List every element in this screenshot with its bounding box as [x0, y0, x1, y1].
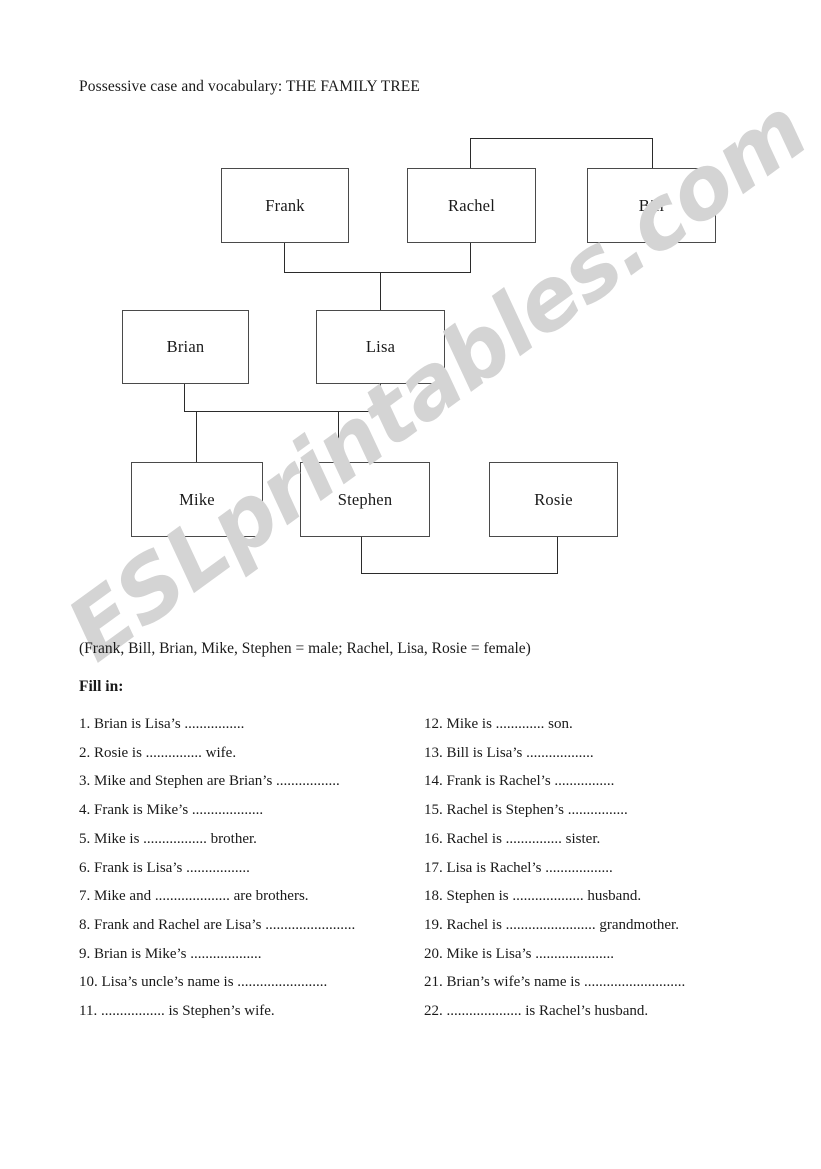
- question-item: 1. Brian is Lisa’s ................: [79, 716, 245, 732]
- person-name-label: Stephen: [337, 489, 393, 509]
- tree-connector: [361, 537, 362, 574]
- tree-connector: [284, 243, 285, 273]
- person-name-label: Rosie: [534, 489, 573, 509]
- question-item: 15. Rachel is Stephen’s ................: [424, 802, 628, 819]
- question-item: 3. Mike and Stephen are Brian’s ........…: [79, 773, 340, 790]
- tree-connector: [380, 384, 381, 412]
- question-item: 2. Rosie is ............... wife.: [79, 744, 237, 761]
- family-tree-diagram: Frank Rachel Bill Brian Lisa Mike Stephen Rosie: [0, 0, 821, 610]
- question-column-right: 12. Mike is ............. son. 13. Bill i…: [424, 710, 794, 1026]
- tree-connector: [338, 411, 339, 463]
- question-item: 17. Lisa is Rachel’s ..................: [424, 859, 613, 876]
- question-item: 8. Frank and Rachel are Lisa’s .........…: [79, 916, 356, 933]
- person-box-rosie: Rosie: [489, 462, 618, 537]
- question-item: 13. Bill is Lisa’s ..................: [424, 744, 594, 761]
- question-item: 5. Mike is ................. brother.: [79, 830, 257, 847]
- person-name-label: Brian: [166, 337, 205, 356]
- question-item: 12. Mike is ............. son.: [424, 716, 573, 732]
- tree-connector: [196, 411, 197, 463]
- person-name-label: Lisa: [365, 337, 396, 356]
- person-box-mike: Mike: [131, 462, 263, 537]
- person-box-frank: Frank: [221, 168, 349, 243]
- tree-connector: [470, 138, 471, 169]
- person-box-rachel: Rachel: [407, 168, 536, 243]
- question-item: 4. Frank is Mike’s ...................: [79, 802, 264, 819]
- tree-connector: [184, 411, 381, 412]
- question-item: 22. .................... is Rachel’s hus…: [424, 1003, 649, 1020]
- tree-connector: [361, 573, 558, 574]
- question-item: 20. Mike is Lisa’s .....................: [424, 945, 614, 962]
- question-item: 11. ................. is Stephen’s wife.: [79, 1003, 275, 1020]
- question-item: 19. Rachel is ........................ g…: [424, 916, 679, 933]
- fill-in-heading: Fill in:: [79, 678, 124, 695]
- person-name-label: Frank: [265, 195, 305, 215]
- tree-connector: [470, 243, 471, 273]
- question-item: 10. Lisa’s uncle’s name is .............…: [79, 974, 328, 991]
- question-item: 16. Rachel is ............... sister.: [424, 830, 601, 847]
- question-column-left: 1. Brian is Lisa’s ................ 2. Ro…: [79, 710, 419, 1026]
- person-box-bill: Bill: [587, 168, 716, 243]
- person-box-stephen: Stephen: [300, 462, 430, 537]
- tree-connector: [184, 384, 185, 412]
- question-item: 9. Brian is Mike’s ...................: [79, 945, 262, 962]
- question-item: 7. Mike and .................... are bro…: [79, 888, 309, 905]
- question-item: 6. Frank is Lisa’s .................: [79, 859, 250, 876]
- person-name-label: Bill: [638, 195, 665, 215]
- worksheet-page: ESLprintables.com Possessive case and vo…: [0, 0, 821, 1169]
- person-name-label: Mike: [179, 489, 215, 509]
- tree-connector: [557, 537, 558, 574]
- question-item: 18. Stephen is ................... husba…: [424, 888, 642, 905]
- tree-connector: [380, 272, 381, 311]
- tree-connector: [470, 138, 653, 139]
- gender-legend: (Frank, Bill, Brian, Mike, Stephen = mal…: [79, 640, 531, 657]
- question-item: 21. Brian’s wife’s name is .............…: [424, 974, 686, 991]
- question-item: 14. Frank is Rachel’s ................: [424, 773, 615, 790]
- tree-connector: [652, 138, 653, 169]
- person-box-brian: Brian: [122, 310, 249, 384]
- person-box-lisa: Lisa: [316, 310, 445, 384]
- tree-connector: [284, 272, 471, 273]
- person-name-label: Rachel: [447, 195, 495, 215]
